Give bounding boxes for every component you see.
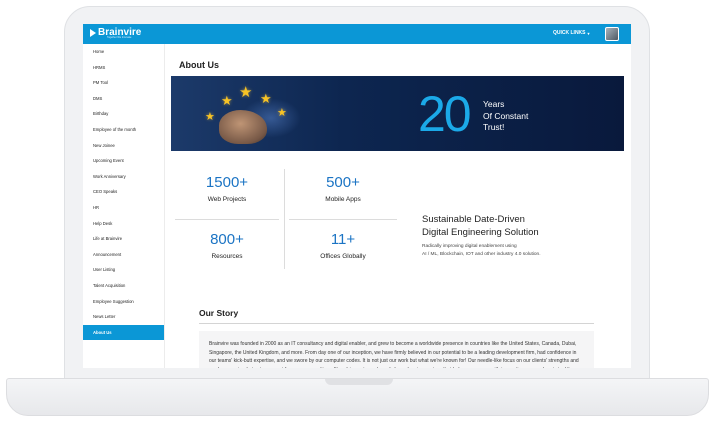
stat-label: Resources	[211, 253, 243, 260]
stat-label: Mobile Apps	[325, 196, 361, 203]
stat-value: 500+	[326, 174, 360, 191]
sidebar-item-work-anniversary[interactable]: Work Anniversary	[83, 169, 164, 185]
chevron-down-icon: ▾	[587, 30, 590, 36]
stat-web-projects: 1500+ Web Projects	[173, 174, 281, 203]
stats-horizontal-divider	[289, 219, 397, 220]
stat-value: 800+	[210, 231, 244, 248]
stat-mobile-apps: 500+ Mobile Apps	[289, 174, 397, 203]
screen: Brainvire Together We Innovate QUICK LIN…	[83, 24, 631, 368]
stat-offices-globally: 11+ Offices Globally	[289, 231, 397, 260]
years-caption-line3: Trust!	[483, 122, 505, 132]
sidebar-item-upcoming-event[interactable]: Upcoming Event	[83, 153, 164, 169]
solution-description-line2: AI / ML, Blockchain, IOT and other indus…	[422, 251, 541, 257]
stats-grid: 1500+ Web Projects 500+ Mobile Apps 800+…	[171, 169, 401, 277]
solution-heading-line2: Digital Engineering Solution	[422, 227, 539, 238]
main-content: About Us ★ ★ ★ ★ ★ 20 Years Of Constant …	[171, 44, 627, 368]
our-story-text: Brainvire was founded in 2000 as an IT c…	[209, 341, 579, 368]
sidebar-item-talent-acquisition[interactable]: Talent Acquisition	[83, 278, 164, 294]
page-title: About Us	[179, 60, 219, 70]
sidebar-item-ceo-speaks[interactable]: CEO Speaks	[83, 184, 164, 200]
sidebar-item-pm-tool[interactable]: PM Tool	[83, 75, 164, 91]
sidebar-item-hr[interactable]: HR	[83, 200, 164, 216]
sidebar-item-announcement[interactable]: Announcement	[83, 247, 164, 263]
years-caption: Years Of Constant Trust!	[483, 99, 528, 134]
years-caption-line1: Years	[483, 99, 505, 109]
sidebar: Home HRMS PM Tool DMS Birthday Employee …	[83, 44, 165, 368]
solution-description: Radically improving digital enablement u…	[422, 243, 612, 258]
our-story-box: Brainvire was founded in 2000 as an IT c…	[199, 331, 594, 368]
stat-value: 11+	[330, 231, 356, 248]
stat-label: Offices Globally	[320, 253, 366, 260]
our-story-title: Our Story	[199, 308, 239, 318]
quick-links-label: QUICK LINKS	[553, 30, 586, 36]
top-navigation-bar: Brainvire Together We Innovate QUICK LIN…	[83, 24, 631, 44]
user-avatar[interactable]	[605, 27, 619, 41]
sidebar-item-birthday[interactable]: Birthday	[83, 106, 164, 122]
stat-label: Web Projects	[207, 196, 247, 203]
quick-links-dropdown[interactable]: QUICK LINKS ▾	[553, 30, 590, 36]
sidebar-item-life-at-brainvire[interactable]: Life at Brainvire	[83, 231, 164, 247]
stat-resources: 800+ Resources	[173, 231, 281, 260]
sidebar-item-about-us[interactable]: About Us	[83, 324, 164, 341]
stats-horizontal-divider	[175, 219, 279, 220]
laptop-notch	[325, 379, 393, 385]
logo-arrow-icon	[90, 28, 96, 37]
stat-value: 1500+	[205, 174, 249, 191]
sidebar-item-employee-of-the-month[interactable]: Employee of the month	[83, 122, 164, 138]
laptop-base	[6, 378, 709, 416]
sidebar-item-help-desk[interactable]: Help Desk	[83, 216, 164, 232]
years-caption-line2: Of Constant	[483, 110, 529, 121]
solution-heading-line1: Sustainable Date-Driven	[422, 214, 525, 225]
sidebar-item-employee-suggestion[interactable]: Employee Suggestion	[83, 294, 164, 310]
sidebar-item-user-listing[interactable]: User Listing	[83, 262, 164, 278]
solution-heading: Sustainable Date-Driven Digital Engineer…	[422, 213, 612, 239]
hand-image	[219, 110, 267, 144]
sidebar-item-news-letter[interactable]: News Letter	[83, 309, 164, 325]
stats-vertical-divider	[284, 169, 285, 269]
about-banner: ★ ★ ★ ★ ★ 20 Years Of Constant Trust!	[171, 76, 624, 151]
sidebar-item-hrms[interactable]: HRMS	[83, 60, 164, 76]
logo-tagline: Together We Innovate	[107, 36, 132, 39]
our-story-divider	[199, 323, 594, 324]
years-number: 20	[418, 86, 472, 142]
sidebar-item-home[interactable]: Home	[83, 44, 164, 60]
solution-description-line1: Radically improving digital enablement u…	[422, 244, 517, 249]
sidebar-item-new-joinee[interactable]: New Joinee	[83, 138, 164, 154]
sidebar-item-dms[interactable]: DMS	[83, 91, 164, 107]
